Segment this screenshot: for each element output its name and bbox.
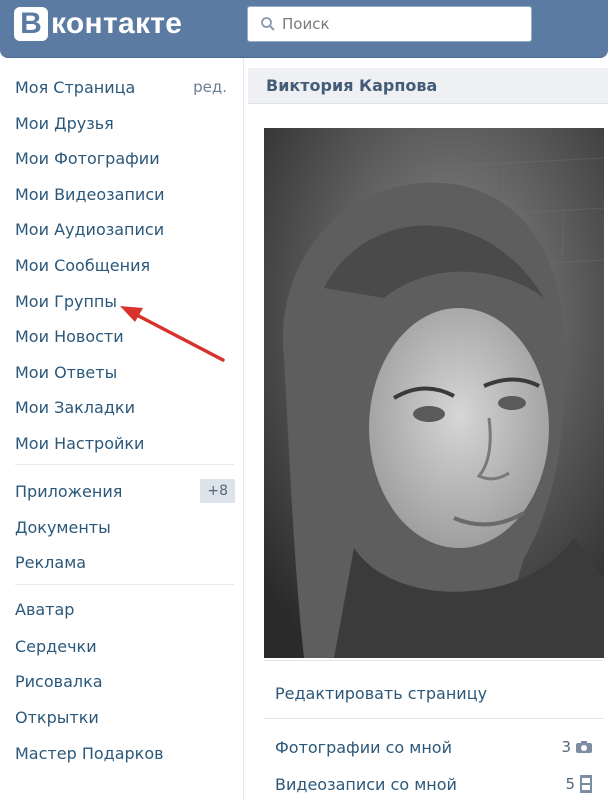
menu-item-label: Мастер Подарков [15, 743, 164, 763]
menu-item-label: Моя Страница [15, 77, 136, 97]
menu-my-photos[interactable]: Мои Фотографии [15, 143, 235, 173]
menu-item-label: Рисовалка [15, 671, 103, 691]
menu-my-page[interactable]: Моя Страница ред. [15, 72, 235, 102]
menu-divider [15, 464, 234, 465]
edit-page-button[interactable]: Редактировать страницу [275, 678, 593, 708]
menu-my-settings[interactable]: Мои Настройки [15, 428, 235, 458]
menu-hearts-app[interactable]: Сердечки [15, 631, 235, 661]
menu-ads[interactable]: Реклама [15, 547, 235, 577]
menu-item-label: Мои Видеозаписи [15, 184, 165, 204]
profile-photo[interactable] [264, 128, 604, 658]
photos-count: 3 [561, 738, 571, 756]
menu-my-friends[interactable]: Мои Друзья [15, 108, 235, 138]
logo-badge: B [14, 7, 48, 41]
profile-divider [264, 718, 604, 719]
film-icon [580, 775, 592, 793]
profile-name-header: Виктория Карпова [248, 68, 608, 104]
logo-wordmark: контакте [51, 7, 183, 40]
menu-documents[interactable]: Документы [15, 512, 235, 542]
menu-my-videos[interactable]: Мои Видеозаписи [15, 179, 235, 209]
menu-item-label: Мои Настройки [15, 433, 145, 453]
menu-divider [15, 584, 234, 585]
menu-item-label: Реклама [15, 552, 87, 572]
profile-divider [264, 660, 604, 661]
videos-count: 5 [565, 775, 575, 793]
menu-item-label: Мои Аудиозаписи [15, 219, 165, 239]
menu-item-label: Открытки [15, 707, 99, 727]
menu-item-label: Аватар [15, 599, 75, 619]
search-box[interactable] [247, 6, 532, 42]
videos-with-me-link[interactable]: Видеозаписи со мной 5 [275, 769, 593, 799]
vk-logo[interactable]: B контакте [14, 7, 182, 41]
left-menu: Моя Страница ред. Мои Друзья Мои Фотогра… [0, 58, 244, 800]
search-icon [261, 17, 275, 31]
apps-count-badge[interactable]: +8 [200, 479, 235, 503]
menu-item-label: Мои Сообщения [15, 255, 151, 275]
menu-item-label: Мои Фотографии [15, 148, 160, 168]
videos-with-me-label: Видеозаписи со мной [275, 774, 457, 794]
menu-my-audio[interactable]: Мои Аудиозаписи [15, 214, 235, 244]
menu-my-bookmarks[interactable]: Мои Закладки [15, 392, 235, 422]
menu-item-label: Приложения [15, 481, 123, 501]
search-input[interactable] [282, 15, 522, 33]
photos-with-me-link[interactable]: Фотографии со мной 3 [275, 732, 593, 762]
edit-page-link[interactable]: ред. [193, 78, 227, 96]
menu-postcards-app[interactable]: Открытки [15, 702, 235, 732]
menu-gift-master-app[interactable]: Мастер Подарков [15, 738, 235, 768]
menu-item-label: Мои Друзья [15, 113, 114, 133]
photos-with-me-label: Фотографии со мной [275, 737, 452, 757]
annotation-arrow-icon [120, 306, 225, 362]
menu-item-label: Сердечки [15, 636, 97, 656]
menu-avatar-app[interactable]: Аватар [15, 594, 235, 624]
menu-item-label: Документы [15, 517, 111, 537]
edit-page-label: Редактировать страницу [275, 683, 488, 703]
menu-applications[interactable]: Приложения +8 [15, 476, 235, 506]
menu-drawing-app[interactable]: Рисовалка [15, 666, 235, 696]
camera-icon [576, 741, 592, 753]
top-header-bar: B контакте [0, 0, 608, 58]
menu-item-label: Мои Закладки [15, 397, 135, 417]
profile-name: Виктория Карпова [266, 76, 438, 95]
menu-my-messages[interactable]: Мои Сообщения [15, 250, 235, 280]
